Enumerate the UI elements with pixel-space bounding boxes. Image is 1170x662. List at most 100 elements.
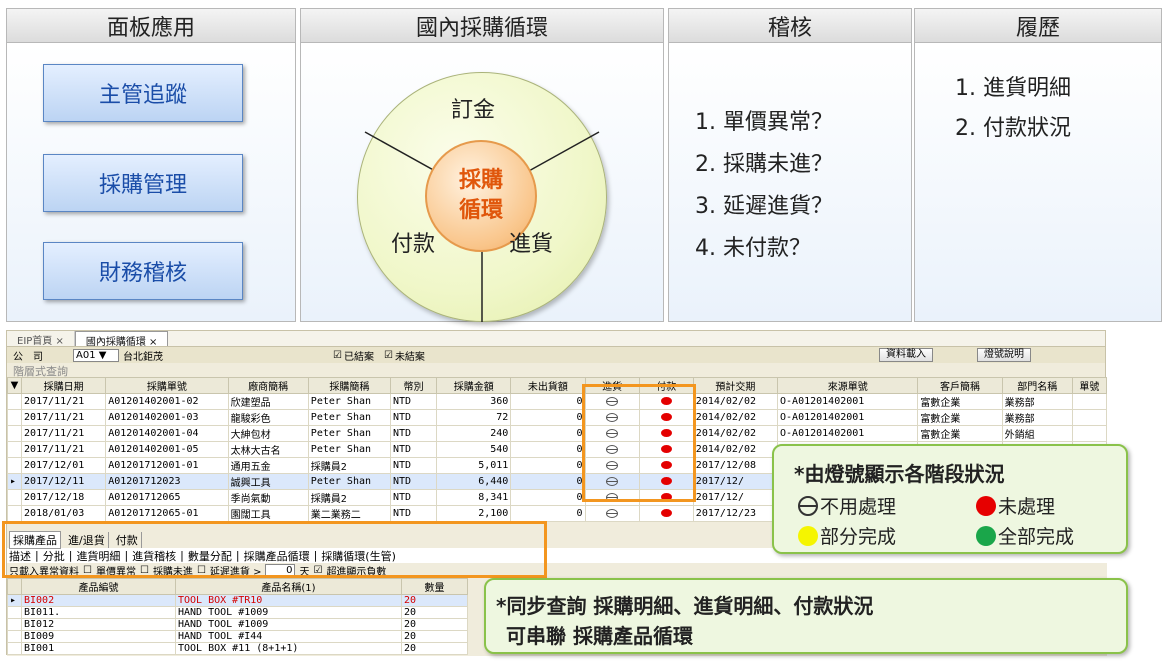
- product-row[interactable]: ▸ BI002 TOOL BOX #TR10 20: [7, 594, 468, 607]
- table-cell: 20: [401, 594, 468, 607]
- table-cell: A01201712065: [105, 489, 229, 506]
- table-cell: 2014/02/02: [692, 425, 779, 442]
- table-cell: 太林大古名: [227, 441, 309, 458]
- table-cell: BI009: [21, 630, 176, 643]
- column-header[interactable]: 單號: [1071, 377, 1108, 394]
- panel-cycle-title: 國內採購循環: [301, 9, 663, 43]
- hierarchical-query-label: 階層式查詢: [7, 363, 1105, 378]
- column-header[interactable]: 廠商簡稱: [227, 377, 309, 394]
- table-cell: Peter Shan: [307, 425, 392, 442]
- table-cell: NTD: [390, 473, 438, 490]
- cycle-receiving-label: 進貨: [509, 232, 554, 257]
- manager-tracking-button[interactable]: 主管追蹤: [43, 64, 243, 122]
- table-cell: TOOL BOX #11 (8+1+1): [175, 642, 402, 655]
- table-cell: 2014/02/02: [692, 393, 779, 410]
- gray-lamp-icon: [798, 495, 818, 516]
- column-header[interactable]: 採購金額: [436, 377, 512, 394]
- table-cell: 業二業務二: [307, 505, 392, 522]
- audit-item: 4. 未付款？: [695, 236, 811, 261]
- product-table: 產品編號 產品名稱(1) 數量 ▸ BI002 TOOL BOX #TR10 20 BI…: [7, 578, 468, 655]
- row-indicator: ▸: [7, 594, 22, 607]
- table-cell: TOOL BOX #TR10: [175, 594, 402, 607]
- light-help-button[interactable]: 燈號說明: [977, 348, 1031, 362]
- column-header[interactable]: 採購單號: [105, 377, 229, 394]
- table-cell: 2014/02/02: [692, 441, 779, 458]
- table-row[interactable]: 2017/11/21 A01201402001-02 欣建塑品 Peter Shan N…: [6, 393, 1108, 410]
- product-row[interactable]: BI012 HAND TOOL #1009 20: [7, 618, 468, 631]
- table-cell: 0: [510, 425, 586, 442]
- table-cell: A01201712001-01: [105, 457, 229, 474]
- table-row[interactable]: 2017/11/21 A01201402001-04 大紳包材 Peter Shan N…: [6, 425, 1108, 442]
- sync-query-line2: 可串聯 採購產品循環: [506, 624, 693, 648]
- tab-purchase-cycle[interactable]: 國內採購循環 ×: [74, 331, 169, 348]
- legend-complete-label: 全部完成: [998, 526, 1075, 548]
- column-header[interactable]: 產品名稱(1): [175, 578, 402, 595]
- closed-checkbox[interactable]: ☑: [333, 350, 342, 361]
- panel-history-body: 1. 進貨明細 2. 付款狀況: [915, 44, 1161, 321]
- column-header[interactable]: 幣別: [390, 377, 438, 394]
- window-tabbar: EIP首頁 × 國內採購循環 ×: [7, 331, 1105, 348]
- table-cell: A01201402001-04: [105, 425, 229, 442]
- row-indicator: [7, 630, 22, 643]
- column-header[interactable]: 採購日期: [21, 377, 107, 394]
- red-lamp-icon: [660, 509, 672, 517]
- column-header[interactable]: 採購簡稱: [307, 377, 392, 394]
- cycle-payment-label: 付款: [391, 232, 436, 257]
- tab-eip-home[interactable]: EIP首頁 ×: [7, 331, 75, 347]
- lights-legend-title: *由燈號顯示各階段狀況: [794, 462, 1005, 486]
- table-cell: 8,341: [436, 489, 512, 506]
- table-cell: 季尚氣動: [227, 489, 309, 506]
- table-cell: HAND TOOL #1009: [175, 618, 402, 631]
- table-cell: NTD: [390, 489, 438, 506]
- audit-item: 1. 單價異常？: [695, 110, 833, 135]
- open-checkbox[interactable]: ☑: [384, 350, 393, 361]
- table-cell: 2017/12/08: [692, 457, 779, 474]
- row-indicator: [6, 425, 23, 442]
- panel-audit: 稽核 1. 單價異常？ 2. 採購未進？ 3. 延遲進貨？ 4. 未付款？: [668, 8, 912, 322]
- column-header[interactable]: 數量: [401, 578, 468, 595]
- table-cell: 20: [401, 606, 468, 619]
- table-cell: 2017/12/11: [21, 473, 107, 490]
- column-header[interactable]: 產品編號: [21, 578, 176, 595]
- table-cell: Peter Shan: [307, 393, 392, 410]
- column-header[interactable]: 未出貨額: [510, 377, 586, 394]
- column-header[interactable]: 預計交期: [692, 377, 779, 394]
- table-cell: BI011.: [21, 606, 176, 619]
- gray-lamp-icon: [606, 508, 619, 518]
- row-indicator: [6, 457, 23, 474]
- row-indicator: [7, 606, 22, 619]
- table-cell: O-A01201402001: [777, 409, 919, 426]
- company-name: 台北鉅茂: [123, 351, 163, 363]
- company-code-select[interactable]: A01 ▼: [73, 348, 119, 362]
- yellow-lamp-icon: [798, 525, 818, 546]
- table-cell: BI002: [21, 594, 176, 607]
- table-cell: 欣建塑品: [227, 393, 309, 410]
- column-header[interactable]: 來源單號: [777, 377, 919, 394]
- table-cell: 2014/02/02: [692, 409, 779, 426]
- table-cell: 採購員2: [307, 457, 392, 474]
- audit-item: 3. 延遲進貨？: [695, 194, 833, 219]
- table-cell: 富數企業: [917, 409, 1003, 426]
- table-cell: 2017/11/21: [21, 425, 107, 442]
- product-row[interactable]: BI011. HAND TOOL #1009 20: [7, 606, 468, 619]
- panel-history-title: 履歷: [915, 9, 1161, 43]
- row-indicator: [6, 505, 23, 522]
- table-row[interactable]: 2017/11/21 A01201402001-03 龍駿彩色 Peter Shan N…: [6, 409, 1108, 426]
- finance-audit-button[interactable]: 財務稽核: [43, 242, 243, 300]
- table-cell: 0: [510, 441, 586, 458]
- column-header[interactable]: 部門名稱: [1001, 377, 1073, 394]
- open-label: 未結案: [394, 351, 425, 363]
- cycle-center-line2: 循環: [458, 198, 503, 223]
- table-cell: 20: [401, 642, 468, 655]
- purchase-management-button[interactable]: 採購管理: [43, 154, 243, 212]
- table-cell: NTD: [390, 425, 438, 442]
- table-cell: 龍駿彩色: [227, 409, 309, 426]
- table-cell: 誠興工具: [227, 473, 309, 490]
- column-header[interactable]: 客戶簡稱: [917, 377, 1003, 394]
- row-indicator: ▸: [6, 473, 23, 490]
- table-cell: 540: [436, 441, 512, 458]
- product-row[interactable]: BI001 TOOL BOX #11 (8+1+1) 20: [7, 642, 468, 655]
- product-row[interactable]: BI009 HAND TOOL #I44 20: [7, 630, 468, 643]
- load-data-button[interactable]: 資料載入: [879, 348, 933, 362]
- status-lights-highlight: [582, 384, 696, 502]
